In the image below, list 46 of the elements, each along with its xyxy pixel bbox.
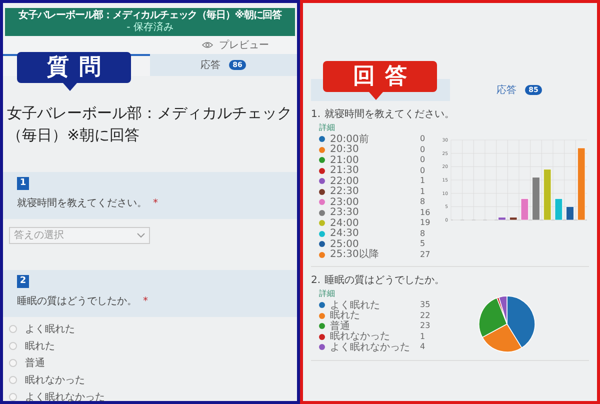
legend-count: 1 xyxy=(420,186,426,198)
form-title: 女子バレーボール部：メディカルチェック（毎日）※朝に回答 xyxy=(6,103,293,146)
legend-label: 20:00前 xyxy=(330,134,370,145)
legend-count: 0 xyxy=(420,133,426,146)
question-number: 1 xyxy=(17,177,29,190)
legend-label: よく眠れた xyxy=(330,300,381,311)
legend-count: 35 xyxy=(420,299,430,312)
legend-count: 1 xyxy=(420,330,426,343)
required-mark: * xyxy=(143,295,148,309)
legend-count: 23 xyxy=(420,320,430,332)
legend-label: 眠れた xyxy=(330,310,361,322)
legend-label: 21:30 xyxy=(330,165,360,176)
legend-count: 4 xyxy=(420,341,426,354)
legend-label: 23:30 xyxy=(330,207,360,218)
legend-label: 22:30 xyxy=(330,186,360,198)
legend-label: 25:00 xyxy=(330,238,359,250)
required-mark: * xyxy=(153,197,158,211)
legend-label: 22:00 xyxy=(330,176,360,187)
legend-label: 24:30 xyxy=(330,228,360,240)
question-text: 就寝時間を教えてください。 xyxy=(324,108,455,122)
legend-count: 8 xyxy=(420,196,426,208)
legend-count: 1 xyxy=(420,175,426,188)
legend-label: 眠れなかった xyxy=(330,331,391,342)
question-number: 1. xyxy=(311,108,321,122)
legend-label: 普通 xyxy=(330,320,350,332)
legend-count: 8 xyxy=(420,228,426,240)
legend-count: 16 xyxy=(420,206,430,219)
legend-count: 0 xyxy=(420,154,426,166)
legend-label: 21:00 xyxy=(330,154,360,166)
legend-label: 20:30 xyxy=(330,144,360,156)
legend-count: 0 xyxy=(420,164,426,177)
question-number: 2. xyxy=(311,274,321,288)
legend-label: 25:30以降 xyxy=(330,249,380,260)
legend-label: 24:00 xyxy=(330,218,360,229)
question-number: 2 xyxy=(17,275,29,288)
question-text: 就寝時間を教えてください。 xyxy=(17,196,147,211)
header-bar: 女子バレーボール部：メディカルチェック（毎日）※朝に回答 - 保存済み xyxy=(5,8,295,36)
legend-count: 0 xyxy=(420,144,426,156)
legend-label: 23:00 xyxy=(330,196,360,208)
legend-count: 5 xyxy=(420,238,426,250)
question-text: 睡眠の質はどうでしたか。 xyxy=(324,274,445,288)
legend-count: 19 xyxy=(420,217,430,230)
legend-count: 27 xyxy=(420,248,430,261)
legend-count: 22 xyxy=(420,310,430,322)
legend-label: よく眠れなかった xyxy=(330,342,411,353)
question-text: 睡眠の質はどうでしたか。 xyxy=(17,294,137,309)
